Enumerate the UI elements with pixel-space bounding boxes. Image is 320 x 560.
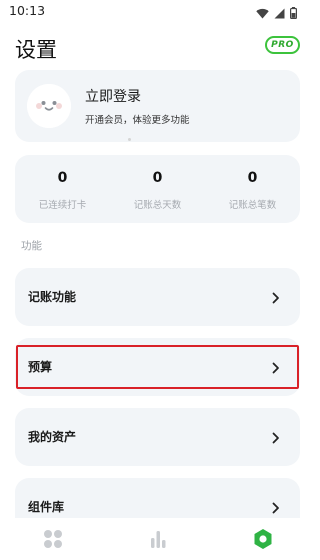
menu-item-budget[interactable]: 预算	[15, 338, 300, 396]
section-label: 功能	[21, 240, 42, 252]
menu-label: 记账功能	[28, 290, 77, 304]
stat-streak: 0 已连续打卡	[15, 155, 110, 223]
avatar[interactable]	[27, 84, 71, 128]
menu-label: 预算	[28, 360, 53, 374]
chevron-right-icon	[272, 429, 280, 448]
stat-label: 记账总天数	[133, 200, 182, 211]
stat-total-days: 0 记账总天数	[110, 155, 205, 223]
login-title[interactable]: 立即登录	[85, 86, 141, 106]
stat-label: 记账总笔数	[228, 200, 277, 211]
tab-home[interactable]	[0, 518, 105, 560]
stat-value: 0	[57, 170, 68, 186]
wifi-icon	[256, 4, 269, 23]
stats-card: 0 已连续打卡 0 记账总天数 0 记账总笔数	[15, 155, 300, 223]
tab-settings[interactable]	[210, 518, 315, 560]
status-icons	[256, 4, 298, 23]
stat-total-entries: 0 记账总笔数	[205, 155, 300, 223]
grid-icon	[43, 530, 62, 548]
stat-value: 0	[152, 170, 163, 186]
page-title: 设置	[15, 38, 57, 62]
chevron-right-icon	[272, 499, 280, 518]
stat-value: 0	[247, 170, 258, 186]
signal-icon	[274, 4, 285, 23]
divider-dot	[128, 138, 131, 141]
settings-hexagon-icon	[254, 529, 271, 549]
menu-item-bookkeeping[interactable]: 记账功能	[15, 268, 300, 326]
status-bar: 10:13	[0, 0, 315, 24]
tab-statistics[interactable]	[105, 518, 210, 560]
status-time: 10:13	[9, 3, 46, 18]
bar-chart-icon	[150, 531, 165, 548]
menu-label: 组件库	[28, 500, 65, 514]
menu-item-my-assets[interactable]: 我的资产	[15, 408, 300, 466]
menu-label: 我的资产	[28, 430, 77, 444]
bottom-nav	[0, 518, 315, 560]
battery-icon	[290, 4, 298, 23]
smiley-face-icon	[27, 84, 71, 128]
chevron-right-icon	[272, 359, 280, 378]
pro-badge[interactable]: PRO	[265, 36, 300, 54]
stat-label: 已连续打卡	[38, 200, 87, 211]
profile-card[interactable]: 立即登录 开通会员，体验更多功能	[15, 70, 300, 142]
membership-subtitle: 开通会员，体验更多功能	[85, 115, 190, 126]
chevron-right-icon	[272, 289, 280, 308]
